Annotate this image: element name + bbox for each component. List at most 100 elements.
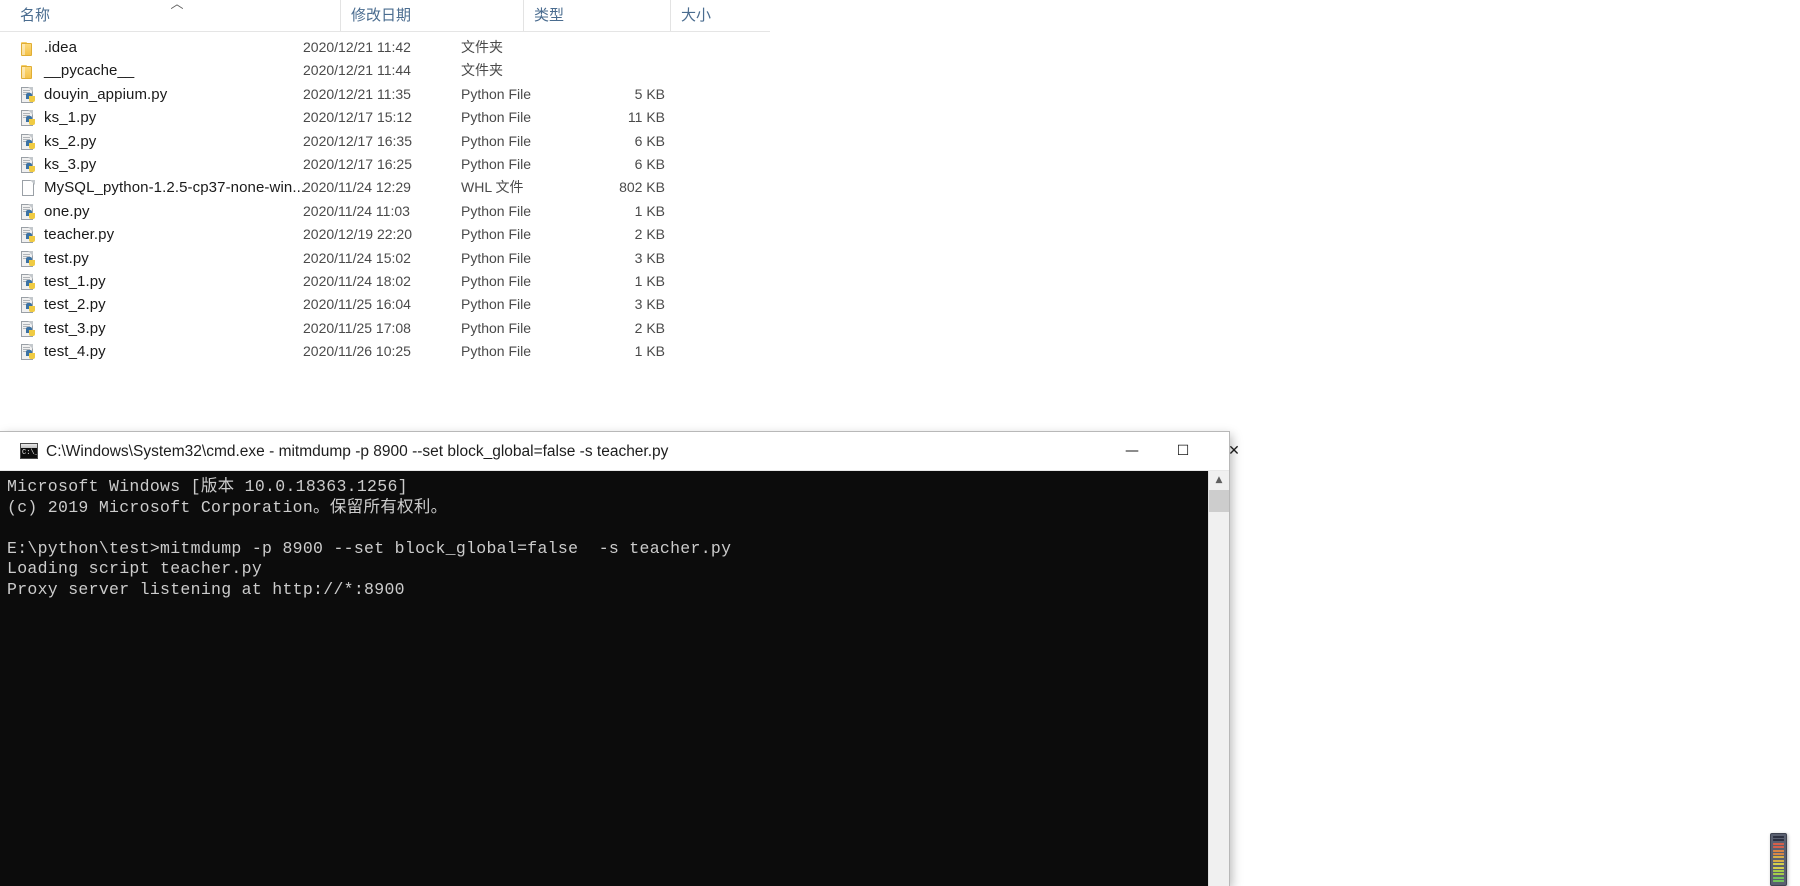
file-name: one.py xyxy=(44,202,90,220)
led-segment xyxy=(1773,866,1784,869)
file-size: 3 KB xyxy=(634,296,665,313)
scrollbar-thumb[interactable] xyxy=(1209,490,1229,512)
signal-level-meter-icon xyxy=(1770,833,1787,886)
file-size: 1 KB xyxy=(634,202,665,219)
led-segment xyxy=(1773,856,1784,859)
file-date: 2020/12/17 16:35 xyxy=(303,132,412,149)
led-segment xyxy=(1773,836,1784,838)
file-type: Python File xyxy=(461,85,532,102)
python-file-icon xyxy=(20,296,37,314)
file-date: 2020/12/21 11:35 xyxy=(303,85,411,102)
file-date: 2020/11/24 11:03 xyxy=(303,202,410,219)
led-segment xyxy=(1773,880,1784,883)
file-name: teacher.py xyxy=(44,226,115,244)
file-name: test_4.py xyxy=(44,343,106,361)
scroll-up-arrow-icon[interactable]: ▲ xyxy=(1209,471,1229,490)
cmd-icon-prompt-glyph: C:\_ xyxy=(22,449,38,457)
file-list-row[interactable]: test_3.py 2020/11/25 17:08 Python File 2 KB xyxy=(0,317,770,340)
file-date: 2020/12/19 22:20 xyxy=(303,226,412,243)
file-type: Python File xyxy=(461,202,532,219)
led-segment xyxy=(1773,852,1784,855)
close-button[interactable]: ✕ xyxy=(1211,432,1257,470)
file-date: 2020/12/21 11:42 xyxy=(303,39,411,55)
maximize-button[interactable]: ☐ xyxy=(1160,432,1206,470)
console-output-area[interactable]: Microsoft Windows [版本 10.0.18363.1256] (… xyxy=(0,471,1208,886)
python-file-icon xyxy=(20,133,37,151)
cmd-window-title: C:\Windows\System32\cmd.exe - mitmdump -… xyxy=(46,443,669,460)
column-header-type[interactable]: 类型 xyxy=(523,0,670,31)
file-explorer-list-view: ︿ 名称 修改日期 类型 大小 .idea 2020/12/21 11:42 文件夹… xyxy=(0,0,1800,450)
column-header-size[interactable]: 大小 xyxy=(670,0,768,31)
file-name: .idea xyxy=(44,39,78,56)
file-name: ks_3.py xyxy=(44,155,97,173)
file-date: 2020/11/25 16:04 xyxy=(303,296,411,313)
file-list-row[interactable]: test.py 2020/11/24 15:02 Python File 3 KB xyxy=(0,247,770,270)
python-file-icon xyxy=(20,203,37,221)
led-segment xyxy=(1773,876,1784,879)
file-name: test_3.py xyxy=(44,319,106,337)
file-size: 1 KB xyxy=(634,343,665,360)
file-type: Python File xyxy=(461,109,532,126)
file-type: Python File xyxy=(461,155,532,172)
file-name: test_1.py xyxy=(44,272,106,290)
file-type: 文件夹 xyxy=(461,62,503,79)
python-file-icon xyxy=(20,86,37,104)
column-header-name[interactable]: 名称 xyxy=(10,0,340,31)
file-date: 2020/11/25 17:08 xyxy=(303,319,411,336)
folder-icon xyxy=(20,62,37,80)
cmd-icon-titlebar-strip xyxy=(21,444,37,448)
led-segment xyxy=(1773,863,1784,866)
file-list-row[interactable]: douyin_appium.py 2020/12/21 11:35 Python F… xyxy=(0,83,770,106)
python-file-icon xyxy=(20,156,37,174)
file-list: .idea 2020/12/21 11:42 文件夹 __pycache__ 2020/… xyxy=(0,36,770,363)
file-type: 文件夹 xyxy=(461,39,503,55)
file-list-row[interactable]: teacher.py 2020/12/19 22:20 Python File 2 K… xyxy=(0,223,770,246)
file-list-row[interactable]: __pycache__ 2020/12/21 11:44 文件夹 xyxy=(0,59,770,82)
led-segment xyxy=(1773,839,1784,842)
file-name: ks_1.py xyxy=(44,109,97,127)
column-header-row: ︿ 名称 修改日期 类型 大小 xyxy=(0,0,770,32)
file-type: Python File xyxy=(461,272,532,289)
minimize-icon: — xyxy=(1125,443,1139,459)
led-segment xyxy=(1773,846,1784,849)
maximize-icon: ☐ xyxy=(1176,443,1190,459)
file-date: 2020/12/17 16:25 xyxy=(303,155,412,172)
file-size: 6 KB xyxy=(634,132,665,149)
file-list-row[interactable]: .idea 2020/12/21 11:42 文件夹 xyxy=(0,36,770,59)
file-list-row[interactable]: test_2.py 2020/11/25 16:04 Python File 3 KB xyxy=(0,293,770,316)
file-list-row[interactable]: ks_1.py 2020/12/17 15:12 Python File 11 KB xyxy=(0,106,770,129)
file-type: Python File xyxy=(461,132,532,149)
file-size: 5 KB xyxy=(634,85,665,102)
file-size: 802 KB xyxy=(619,179,665,196)
python-file-icon xyxy=(20,343,37,361)
command-prompt-window[interactable]: C:\_ C:\Windows\System32\cmd.exe - mitmd… xyxy=(0,432,1240,886)
file-list-row[interactable]: ks_3.py 2020/12/17 16:25 Python File 6 KB xyxy=(0,153,770,176)
file-list-row[interactable]: test_1.py 2020/11/24 18:02 Python File 1 KB xyxy=(0,270,770,293)
file-type: WHL 文件 xyxy=(461,179,524,196)
file-list-row[interactable]: MySQL_python-1.2.5-cp37-none-win... 2020/… xyxy=(0,176,770,199)
led-segment xyxy=(1773,842,1784,845)
python-file-icon xyxy=(20,109,37,127)
file-name: test.py xyxy=(44,249,89,267)
console-vertical-scrollbar[interactable]: ▲ xyxy=(1208,471,1229,886)
file-date: 2020/12/21 11:44 xyxy=(303,62,411,79)
minimize-button[interactable]: — xyxy=(1109,432,1155,470)
file-size: 6 KB xyxy=(634,155,665,172)
file-date: 2020/12/17 15:12 xyxy=(303,109,412,126)
column-header-date-modified[interactable]: 修改日期 xyxy=(340,0,523,31)
file-name: MySQL_python-1.2.5-cp37-none-win... xyxy=(44,179,306,197)
file-type: Python File xyxy=(461,296,532,313)
led-segment xyxy=(1773,849,1784,852)
file-list-row[interactable]: one.py 2020/11/24 11:03 Python File 1 KB xyxy=(0,200,770,223)
file-name: __pycache__ xyxy=(44,62,135,80)
file-list-row[interactable]: ks_2.py 2020/12/17 16:35 Python File 6 KB xyxy=(0,130,770,153)
cmd-title-bar[interactable]: C:\_ C:\Windows\System32\cmd.exe - mitmd… xyxy=(0,432,1240,471)
console-output-text: Microsoft Windows [版本 10.0.18363.1256] (… xyxy=(7,477,732,599)
led-segment xyxy=(1773,873,1784,876)
file-date: 2020/11/24 18:02 xyxy=(303,272,411,289)
file-name: test_2.py xyxy=(44,296,106,314)
file-list-row[interactable]: test_4.py 2020/11/26 10:25 Python File 1 KB xyxy=(0,340,770,363)
folder-icon xyxy=(20,39,37,57)
python-file-icon xyxy=(20,226,37,244)
file-date: 2020/11/26 10:25 xyxy=(303,343,411,360)
